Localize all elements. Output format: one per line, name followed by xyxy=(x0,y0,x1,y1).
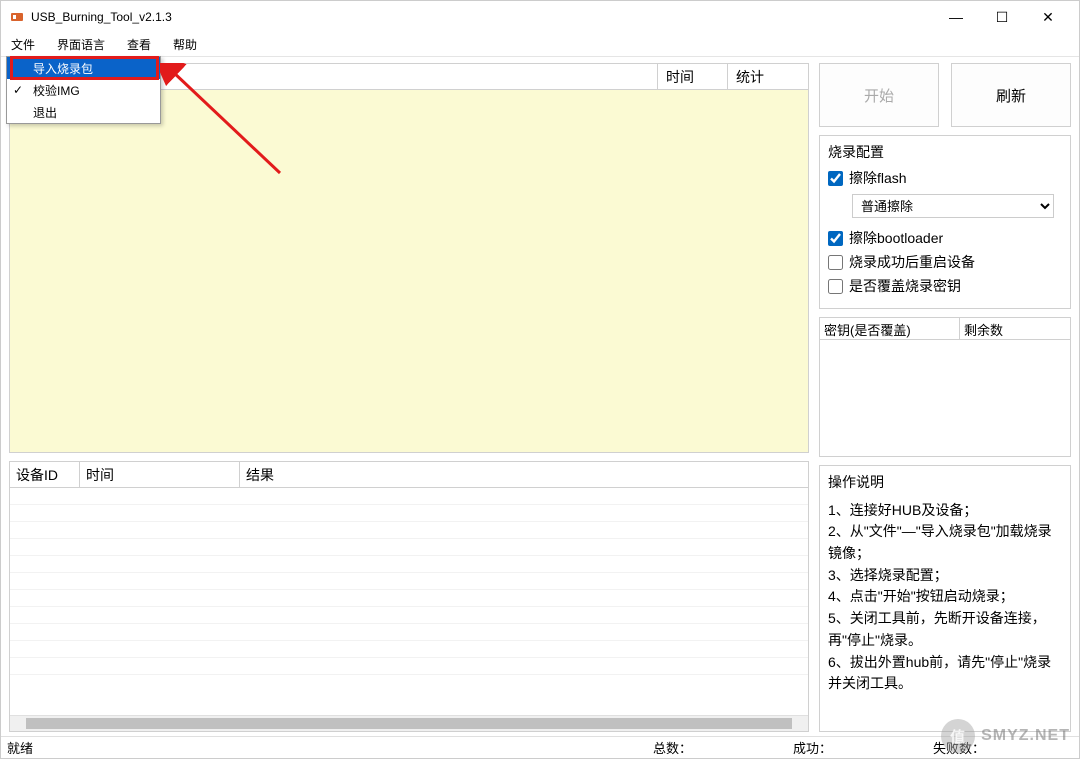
erase-flash-label: 擦除flash xyxy=(849,168,907,188)
table-row xyxy=(10,488,808,505)
close-button[interactable]: ✕ xyxy=(1025,2,1071,32)
start-button[interactable]: 开始 xyxy=(819,63,939,127)
side-column: 开始 刷新 烧录配置 擦除flash 普通擦除 擦除bootloader xyxy=(819,63,1071,732)
menu-help[interactable]: 帮助 xyxy=(169,34,201,55)
erase-bootloader-label: 擦除bootloader xyxy=(849,228,943,248)
checkmark-icon: ✓ xyxy=(13,83,23,97)
instruction-line: 5、关闭工具前，先断开设备连接，再"停止"烧录。 xyxy=(828,608,1062,651)
menu-verify-label: 校验IMG xyxy=(33,82,80,99)
status-fail: 失败数： xyxy=(933,738,1073,757)
menubar: 文件 界面语言 查看 帮助 xyxy=(1,33,1079,57)
menu-exit[interactable]: 退出 xyxy=(7,101,160,123)
table-row xyxy=(10,573,808,590)
app-icon xyxy=(9,9,25,25)
key-col-remain[interactable]: 剩余数 xyxy=(960,318,1070,340)
table-row xyxy=(10,539,808,556)
reboot-after-label: 烧录成功后重启设备 xyxy=(849,252,975,272)
instruction-line: 4、点击"开始"按钮启动烧录； xyxy=(828,586,1062,608)
device-header-row: 设备ID 时间 结果 xyxy=(10,462,808,488)
content-area: 时间 统计 设备ID 时间 结果 xyxy=(1,57,1079,736)
menu-view[interactable]: 查看 xyxy=(123,34,155,55)
device-col-id[interactable]: 设备ID xyxy=(10,462,80,488)
menu-verify-img[interactable]: ✓ 校验IMG xyxy=(7,79,160,101)
key-panel: 密钥(是否覆盖) 剩余数 xyxy=(819,317,1071,457)
device-col-time[interactable]: 时间 xyxy=(80,462,240,488)
progress-body xyxy=(10,90,808,452)
menu-import-label: 导入烧录包 xyxy=(33,60,93,77)
file-dropdown-menu: 导入烧录包 ✓ 校验IMG 退出 xyxy=(6,56,161,124)
refresh-button[interactable]: 刷新 xyxy=(951,63,1071,127)
overwrite-key-option[interactable]: 是否覆盖烧录密钥 xyxy=(828,276,1062,296)
minimize-button[interactable]: ― xyxy=(933,2,979,32)
device-table: 设备ID 时间 结果 xyxy=(9,461,809,732)
table-row xyxy=(10,522,808,539)
key-header-row: 密钥(是否覆盖) 剩余数 xyxy=(820,318,1070,340)
window-title: USB_Burning_Tool_v2.1.3 xyxy=(31,10,933,24)
instruction-line: 3、选择烧录配置； xyxy=(828,565,1062,587)
table-row xyxy=(10,624,808,641)
overwrite-key-label: 是否覆盖烧录密钥 xyxy=(849,276,961,296)
statusbar: 就绪 总数： 成功： 失败数： xyxy=(1,736,1079,758)
device-body xyxy=(10,488,808,715)
progress-col-stats[interactable]: 统计 xyxy=(728,64,808,90)
reboot-after-checkbox[interactable] xyxy=(828,255,843,270)
instructions-panel: 操作说明 1、连接好HUB及设备； 2、从"文件"—"导入烧录包"加载烧录镜像；… xyxy=(819,465,1071,732)
device-col-result[interactable]: 结果 xyxy=(240,462,808,488)
main-column: 时间 统计 设备ID 时间 结果 xyxy=(9,63,809,732)
titlebar: USB_Burning_Tool_v2.1.3 ― ☐ ✕ xyxy=(1,1,1079,33)
config-title: 烧录配置 xyxy=(828,142,1062,162)
menu-import-package[interactable]: 导入烧录包 xyxy=(7,57,160,79)
menu-file[interactable]: 文件 xyxy=(7,34,39,55)
instruction-line: 2、从"文件"—"导入烧录包"加载烧录镜像； xyxy=(828,521,1062,564)
erase-flash-option[interactable]: 擦除flash xyxy=(828,168,1062,188)
status-success: 成功： xyxy=(793,738,933,757)
overwrite-key-checkbox[interactable] xyxy=(828,279,843,294)
progress-col-time[interactable]: 时间 xyxy=(658,64,728,90)
table-row xyxy=(10,641,808,658)
burn-config-panel: 烧录配置 擦除flash 普通擦除 擦除bootloader 烧录成功后重启设备 xyxy=(819,135,1071,309)
table-row xyxy=(10,590,808,607)
erase-mode-select[interactable]: 普通擦除 xyxy=(852,194,1054,218)
instructions-title: 操作说明 xyxy=(828,472,1062,494)
window-controls: ― ☐ ✕ xyxy=(933,2,1071,32)
table-row xyxy=(10,505,808,522)
maximize-button[interactable]: ☐ xyxy=(979,2,1025,32)
app-window: USB_Burning_Tool_v2.1.3 ― ☐ ✕ 文件 界面语言 查看… xyxy=(0,0,1080,759)
status-ready: 就绪 xyxy=(7,738,653,757)
erase-bootloader-option[interactable]: 擦除bootloader xyxy=(828,228,1062,248)
erase-bootloader-checkbox[interactable] xyxy=(828,231,843,246)
status-total: 总数： xyxy=(653,738,793,757)
erase-flash-checkbox[interactable] xyxy=(828,171,843,186)
menu-language[interactable]: 界面语言 xyxy=(53,34,109,55)
table-row xyxy=(10,658,808,675)
menu-exit-label: 退出 xyxy=(33,104,57,121)
table-row xyxy=(10,556,808,573)
key-col-name[interactable]: 密钥(是否覆盖) xyxy=(820,318,960,340)
horizontal-scrollbar[interactable] xyxy=(10,715,808,731)
table-row xyxy=(10,607,808,624)
reboot-after-option[interactable]: 烧录成功后重启设备 xyxy=(828,252,1062,272)
action-buttons: 开始 刷新 xyxy=(819,63,1071,127)
instruction-line: 1、连接好HUB及设备； xyxy=(828,500,1062,522)
instruction-line: 6、拔出外置hub前，请先"停止"烧录并关闭工具。 xyxy=(828,652,1062,695)
